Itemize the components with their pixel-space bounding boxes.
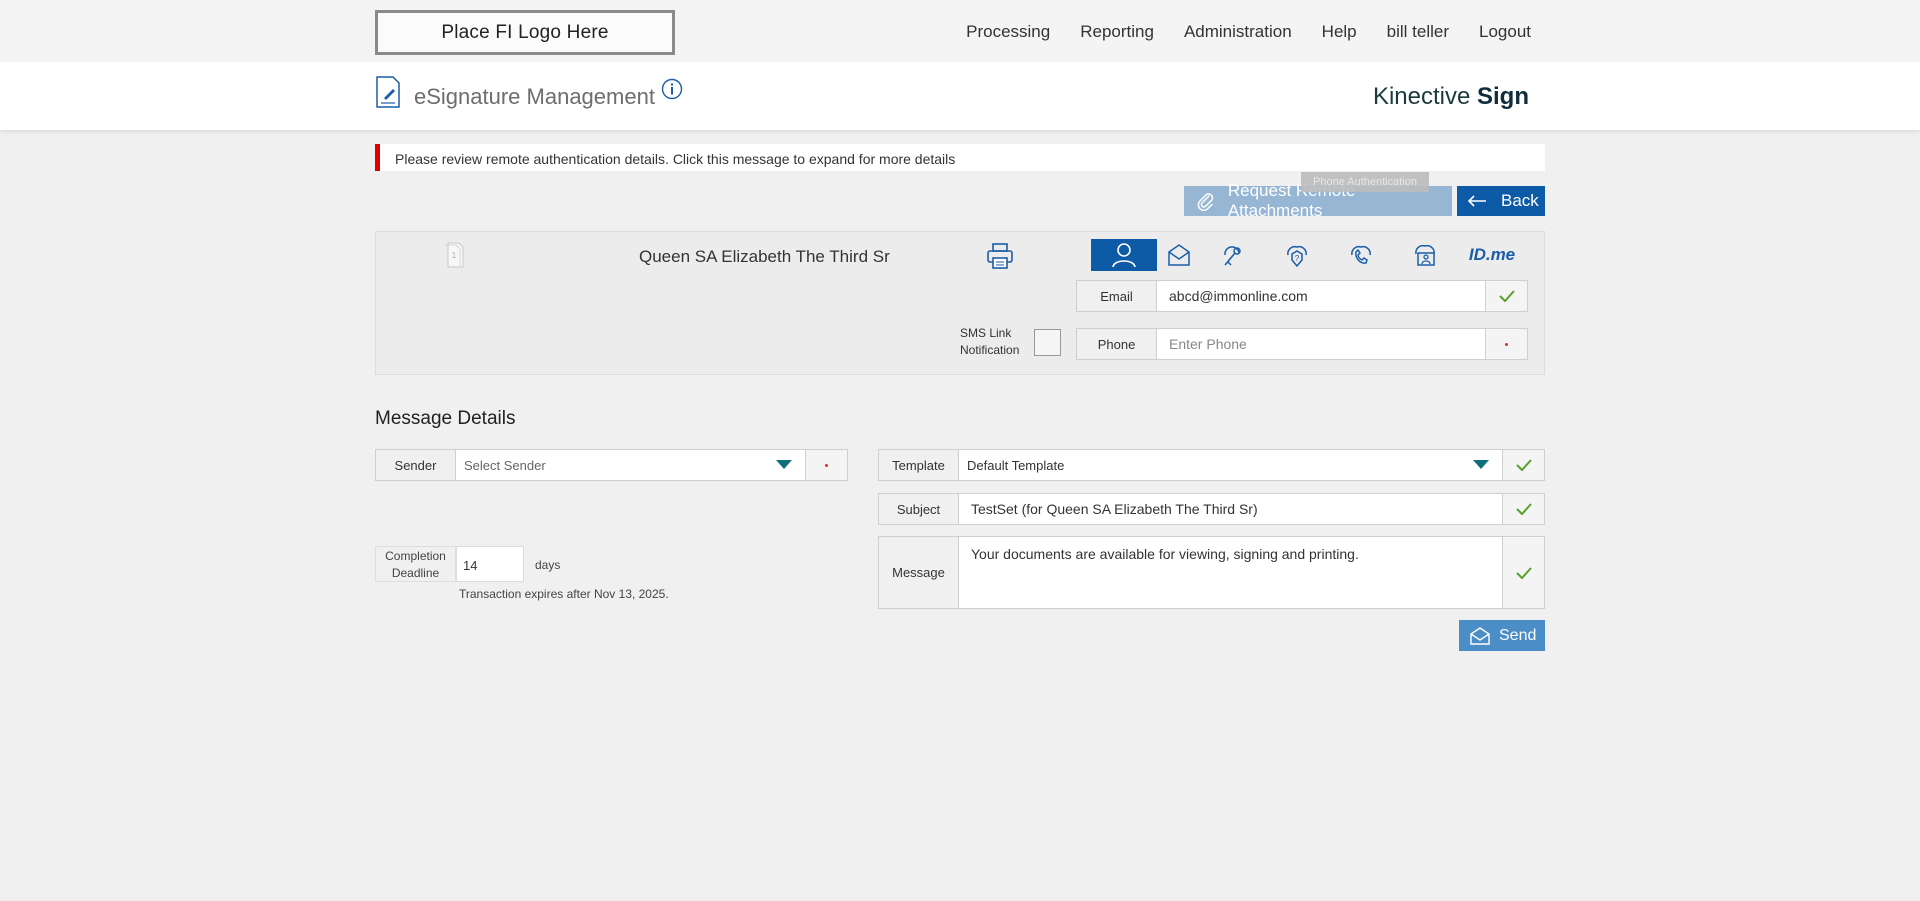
- phone-auth-tab[interactable]: [1329, 239, 1393, 271]
- phone-authentication-tooltip: Phone Authentication: [1301, 172, 1429, 192]
- check-icon: [1515, 503, 1532, 515]
- caret-down-icon: [1473, 460, 1489, 469]
- sms-link-notification-label: SMS Link Notification: [960, 325, 1019, 359]
- message-details-heading: Message Details: [375, 408, 516, 429]
- idme-icon: ID.me: [1468, 245, 1516, 264]
- id-card-auth-tab[interactable]: [1393, 239, 1457, 271]
- required-dot-icon: [1505, 342, 1508, 346]
- template-select[interactable]: Default Template: [959, 450, 1460, 480]
- deadline-label-line2: Deadline: [391, 566, 440, 580]
- nav-reporting[interactable]: Reporting: [1080, 22, 1154, 42]
- question-shield-icon: ?: [1287, 245, 1307, 268]
- sender-label: Sender: [376, 450, 456, 480]
- check-icon: [1498, 290, 1515, 302]
- sms-label-line2: Notification: [960, 343, 1020, 357]
- sender-select[interactable]: Select Sender: [456, 450, 763, 480]
- template-label: Template: [879, 450, 959, 480]
- check-icon: [1515, 566, 1532, 579]
- check-icon: [1515, 459, 1532, 471]
- nav-logout[interactable]: Logout: [1479, 22, 1531, 42]
- subject-row: Subject TestSet (for Queen SA Elizabeth …: [878, 493, 1545, 525]
- page-number: 1: [452, 251, 457, 260]
- phone-icon: [1351, 245, 1371, 264]
- phone-field-row: Phone Enter Phone: [1076, 328, 1528, 360]
- auth-method-toolbar: ? ID.me: [1091, 239, 1527, 271]
- brand-light: Kinective: [1372, 83, 1471, 110]
- subject-field[interactable]: TestSet (for Queen SA Elizabeth The Thir…: [959, 494, 1502, 524]
- deadline-label-line1: Completion: [385, 549, 446, 563]
- brand-logo: Kinective Sign: [1373, 83, 1529, 111]
- top-bar: Place FI Logo Here Processing Reporting …: [0, 0, 1920, 62]
- arrow-left-icon: [1467, 195, 1486, 207]
- id-card-icon: [1415, 244, 1435, 266]
- deadline-unit: days: [535, 558, 561, 572]
- send-label: Send: [1499, 626, 1537, 644]
- email-status: [1485, 281, 1527, 311]
- message-row: Message Your documents are available for…: [878, 536, 1545, 609]
- sender-row: Sender Select Sender: [375, 449, 848, 481]
- phone-field[interactable]: Enter Phone: [1157, 329, 1485, 359]
- email-icon: [1168, 244, 1190, 266]
- template-status: [1502, 450, 1544, 480]
- completion-deadline-input[interactable]: 14: [456, 546, 524, 582]
- info-icon[interactable]: [661, 78, 683, 100]
- key-auth-tab[interactable]: [1201, 239, 1265, 271]
- top-navigation: Processing Reporting Administration Help…: [966, 22, 1531, 42]
- key-icon: [1224, 246, 1241, 266]
- brand-bold: Sign: [1477, 83, 1529, 110]
- page-header: eSignature Management Kinective Sign: [0, 62, 1920, 130]
- subject-status: [1502, 494, 1544, 524]
- nav-administration[interactable]: Administration: [1184, 22, 1292, 42]
- email-field-row: Email abcd@immonline.com: [1076, 280, 1528, 312]
- sender-dropdown-toggle[interactable]: [763, 450, 805, 480]
- sms-link-notification-checkbox[interactable]: [1034, 329, 1061, 356]
- back-button[interactable]: Back: [1457, 186, 1545, 216]
- signer-name: Queen SA Elizabeth The Third Sr: [639, 247, 890, 266]
- document-sign-icon: [376, 76, 400, 108]
- caret-down-icon: [776, 460, 792, 469]
- template-dropdown-toggle[interactable]: [1460, 450, 1502, 480]
- document-page-icon[interactable]: 1: [444, 242, 464, 268]
- transaction-expiry-note: Transaction expires after Nov 13, 2025.: [459, 587, 669, 601]
- person-auth-tab[interactable]: [1091, 239, 1157, 271]
- completion-deadline-label: Completion Deadline: [375, 546, 456, 582]
- idme-auth-tab[interactable]: ID.me: [1457, 239, 1527, 271]
- send-envelope-icon: [1470, 626, 1490, 645]
- signer-panel: 1 Queen SA Elizabeth The Third Sr ? ID.m…: [375, 231, 1545, 375]
- required-dot-icon: [825, 463, 828, 467]
- person-icon: [1112, 243, 1136, 268]
- message-status: [1502, 537, 1544, 608]
- email-field[interactable]: abcd@immonline.com: [1157, 281, 1485, 311]
- fi-logo-placeholder: Place FI Logo Here: [375, 10, 675, 55]
- send-button[interactable]: Send: [1459, 620, 1545, 651]
- message-label: Message: [879, 537, 959, 608]
- subject-label: Subject: [879, 494, 959, 524]
- phone-label: Phone: [1077, 329, 1157, 359]
- sms-label-line1: SMS Link: [960, 326, 1012, 340]
- printer-icon[interactable]: [985, 241, 1015, 271]
- auth-review-alert[interactable]: Please review remote authentication deta…: [375, 144, 1545, 171]
- nav-help[interactable]: Help: [1322, 22, 1357, 42]
- nav-user-menu[interactable]: bill teller: [1387, 22, 1449, 42]
- phone-status: [1485, 329, 1527, 359]
- sender-status: [805, 450, 847, 480]
- message-textarea[interactable]: Your documents are available for viewing…: [959, 537, 1502, 608]
- template-row: Template Default Template: [878, 449, 1545, 481]
- svg-text:?: ?: [1295, 254, 1300, 263]
- kba-auth-tab[interactable]: ?: [1265, 239, 1329, 271]
- email-auth-tab[interactable]: [1157, 239, 1201, 271]
- page-title: eSignature Management: [414, 84, 655, 109]
- paperclip-icon: [1197, 193, 1214, 211]
- email-label: Email: [1077, 281, 1157, 311]
- back-label: Back: [1501, 191, 1539, 210]
- nav-processing[interactable]: Processing: [966, 22, 1050, 42]
